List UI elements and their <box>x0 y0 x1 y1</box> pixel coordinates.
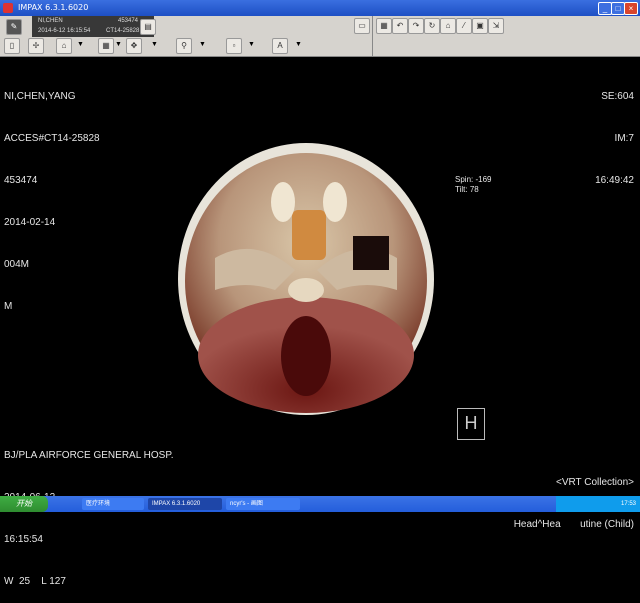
measure-icon[interactable]: ⁄ <box>456 18 472 34</box>
undo-icon[interactable]: ↶ <box>392 18 408 34</box>
redo-icon[interactable]: ↷ <box>408 18 424 34</box>
grid-icon[interactable]: ▦ <box>98 38 114 54</box>
birth-date: 2014-02-14 <box>4 217 56 228</box>
acquisition-time: 16:49:42 <box>595 175 634 186</box>
series-number: SE:604 <box>601 91 634 102</box>
save-icon[interactable]: ▤ <box>140 19 156 35</box>
layout-icon[interactable]: ▦ <box>376 18 392 34</box>
rotation-readout: Spin: -169 Tilt: 78 <box>455 175 491 195</box>
home-icon[interactable]: ⌂ <box>56 38 72 54</box>
magnify-icon[interactable]: ⚲ <box>176 38 192 54</box>
series-icon[interactable]: ▣ <box>472 18 488 34</box>
overlay-top-right: SE:604 IM:7 16:49:42 <box>595 62 634 202</box>
taskbar: 开始 医疗环境 IMPAX 6.3.1.6020 ncyr's - 画图 17:… <box>0 496 640 512</box>
page-icon[interactable]: ▫ <box>226 38 242 54</box>
patient-id: 453474 <box>118 18 139 24</box>
pan-icon[interactable]: ✥ <box>126 38 142 54</box>
patient-name: NI,CHEN <box>38 18 63 24</box>
refresh-icon[interactable]: ↻ <box>424 18 440 34</box>
start-button[interactable]: 开始 <box>0 496 48 512</box>
link-icon[interactable]: ⌂ <box>440 18 456 34</box>
patient-age: 004M <box>4 259 30 270</box>
task-medical-env[interactable]: 医疗环境 <box>82 498 144 510</box>
pencil-icon[interactable]: ✎ <box>6 19 22 35</box>
accession-label: ACCES#CT14-25828 <box>4 133 100 144</box>
pin-icon[interactable]: ✢ <box>28 38 44 54</box>
magnify-dropdown-icon[interactable]: ▼ <box>198 38 207 52</box>
export-icon[interactable]: ⇲ <box>488 18 504 34</box>
home-dropdown-icon[interactable]: ▼ <box>76 38 85 52</box>
patient-info-box[interactable]: NI,CHEN 453474 2014-6-12 16:15:54 CT14-2… <box>32 16 154 37</box>
folder-icon[interactable]: ▭ <box>354 18 370 34</box>
tray-clock: 17:53 <box>620 501 636 507</box>
patient-fullname: NI,CHEN,YANG <box>4 91 76 102</box>
grid-dropdown-icon[interactable]: ▼ <box>114 38 123 52</box>
image-number: IM:7 <box>614 133 634 144</box>
window-titlebar[interactable]: IMPAX 6.3.1.6020 _ □ × <box>0 0 640 16</box>
study-time: 16:15:54 <box>4 534 43 545</box>
orientation-marker: H <box>457 408 485 440</box>
task-impax[interactable]: IMPAX 6.3.1.6020 <box>148 498 222 510</box>
overlay-top-left: NI,CHEN,YANG ACCES#CT14-25828 453474 201… <box>4 62 100 328</box>
window-title: IMPAX 6.3.1.6020 <box>18 3 89 12</box>
annotate-icon[interactable]: A <box>272 38 288 54</box>
stack-icon[interactable]: ▯ <box>4 38 20 54</box>
protocol-label: Head^Hea utine (Child) <box>513 519 634 530</box>
hospital-name: BJ/PLA AIRFORCE GENERAL HOSP. <box>4 450 174 461</box>
overlay-bottom-left: BJ/PLA AIRFORCE GENERAL HOSP. 2014-06-12… <box>4 421 174 603</box>
pan-dropdown-icon[interactable]: ▼ <box>150 38 159 52</box>
main-toolbar: ✎ NI,CHEN 453474 2014-6-12 16:15:54 CT14… <box>0 16 640 57</box>
vrt-collection-label: <VRT Collection> <box>555 477 634 488</box>
maximize-button[interactable]: □ <box>611 2 625 15</box>
window-level: W 25 L 127 <box>4 576 66 587</box>
accession-number: CT14-25828 <box>106 28 140 34</box>
annotate-dropdown-icon[interactable]: ▼ <box>294 38 303 52</box>
skull-volume-render <box>175 140 437 418</box>
close-button[interactable]: × <box>624 2 638 15</box>
study-datetime: 2014-6-12 16:15:54 <box>38 28 91 34</box>
task-paint[interactable]: ncyr's - 画图 <box>226 498 300 510</box>
page-dropdown-icon[interactable]: ▼ <box>247 38 256 52</box>
tilt-value: Tilt: 78 <box>455 185 479 194</box>
spin-value: Spin: -169 <box>455 175 492 184</box>
app-icon <box>3 3 13 13</box>
patient-sex: M <box>4 301 13 312</box>
patient-number: 453474 <box>4 175 38 186</box>
minimize-button[interactable]: _ <box>598 2 612 15</box>
system-tray: 17:53 <box>556 496 640 512</box>
